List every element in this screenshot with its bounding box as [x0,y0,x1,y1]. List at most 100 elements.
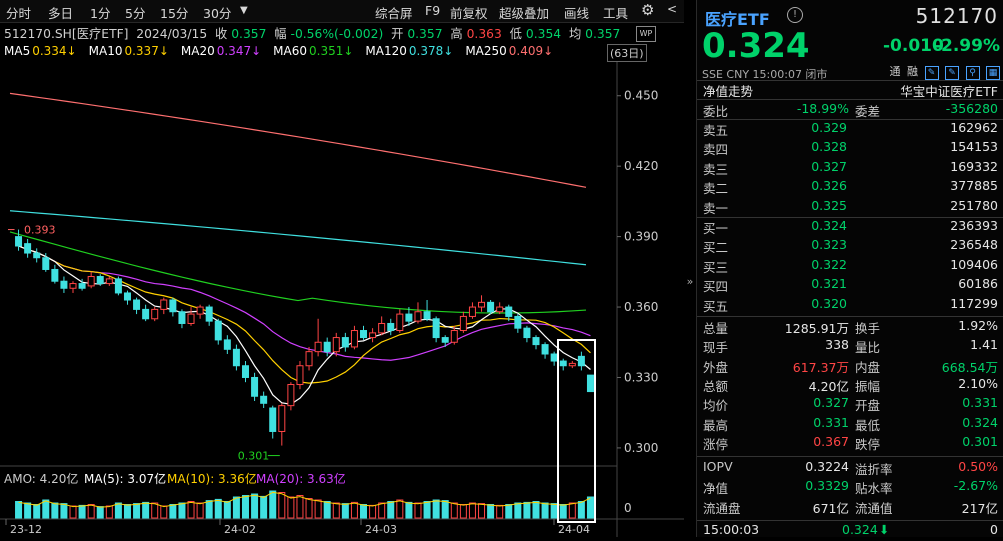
adjust-button[interactable]: 前复权 [450,3,488,22]
volume-bar [514,502,522,519]
f9-button[interactable]: F9 [425,3,440,18]
stat-label: 流通值 [855,500,893,516]
candle-body [187,313,195,324]
bid-price: 0.322 [811,256,847,272]
stat-value: 671亿 [812,500,849,516]
candle-body [468,306,476,317]
bid-price: 0.321 [811,276,847,292]
stat-row: IOPV 0.3224 溢折率 0.50% [697,459,1003,478]
candle-body [196,306,204,315]
info-icon[interactable]: ! [787,7,803,23]
tab-timeshare[interactable]: 分时 [6,3,31,22]
stat-value: -2.67% [953,478,998,494]
candle-body [251,376,259,397]
stat-row: 外盘 617.37万 内盘 668.54万 [697,357,1003,376]
volume-bar [96,506,104,519]
candle-body [405,313,413,322]
volume-bar [169,504,177,519]
candle-body [369,332,377,339]
expand-panel-arrow-icon[interactable]: » [684,275,696,293]
candle-body [60,280,68,289]
tools-button[interactable]: 工具 [603,3,628,22]
xtick-label: 23-12 [10,523,42,536]
volume-bar [396,499,404,519]
ask-price: 0.327 [811,158,847,174]
high-mark-label: 0.393 [24,224,56,237]
candle-body [350,330,358,348]
stat-row: 流通盘 671亿 流通值 217亿 [697,498,1003,517]
tab-15min[interactable]: 15分 [160,3,188,22]
stat-label: 流通盘 [703,500,741,516]
volume-bar [378,502,386,519]
ask-vol: 377885 [950,178,998,194]
ytick-label: 0.390 [624,230,658,244]
volume-bar [360,504,368,519]
stat-row: 总额 4.20亿 振幅 2.10% [697,376,1003,395]
tab-multiday[interactable]: 多日 [48,3,73,22]
stat-value: 0.50% [958,459,998,474]
candle-body [296,365,304,386]
amo-ma10: MA(10): 3.36亿 [167,471,257,486]
bid-vol: 236548 [950,237,998,253]
tick-row: 15:00:03 0.324 ⬇ 0 [697,522,1003,541]
volume-bar [369,504,377,519]
volume-bar [496,504,504,519]
more-arrow-icon[interactable]: ▼ [240,5,248,16]
draw-button[interactable]: 画线 [564,3,589,22]
volume-bar [269,490,277,519]
candle-body [423,311,431,320]
volume-bar [205,500,213,519]
volume-bar [69,505,77,519]
candle-body [33,252,41,259]
kline-chart[interactable]: 0.450 0.420 0.390 0.360 0.330 0.300 0.393 0.301… [0,22,684,537]
stat-row: 最高 0.331 最低 0.324 [697,415,1003,434]
volume-bar [196,502,204,519]
candle-body [133,299,141,310]
bid-row: 买二 0.323 236548 [697,237,1003,256]
candle-body [314,341,322,353]
volume-bar [87,504,95,519]
candle-body [24,243,32,254]
ask-row: 卖三 0.327 169332 [697,159,1003,178]
volume-bar [586,496,594,519]
tab-1min[interactable]: 1分 [90,3,110,22]
candle-body [478,301,486,308]
tab-30min[interactable]: 30分 [203,3,231,22]
ask-price: 0.328 [811,139,847,155]
collapse-chevron-icon[interactable]: < [667,2,677,16]
tab-5min[interactable]: 5分 [125,3,145,22]
stat-row: 净值 0.3329 贴水率 -2.67% [697,478,1003,497]
stat-value: 0.324 [962,414,998,430]
volume-bar [60,503,68,519]
pin-icon[interactable]: ⚲ [965,66,980,80]
tick-volume: 0 [990,522,998,537]
overlay-button[interactable]: 超级叠加 [499,3,549,22]
bid-vol: 236393 [950,218,998,233]
stat-label: 最高 [703,417,729,433]
volume-bar [278,492,286,519]
weicha-label: 委差 [855,104,881,119]
nav-trend-link[interactable]: 净值走势 [703,81,753,100]
stat-label: 量比 [855,340,881,356]
ytick-label: 0.420 [624,159,658,173]
divider [697,99,1003,100]
candle-body [577,355,585,367]
composite-screen-button[interactable]: 综合屏 [375,3,413,22]
candle-body [169,299,177,313]
bid-label: 买一 [703,221,729,236]
settings-gear-icon[interactable]: ⚙ [641,1,654,19]
edit-icon[interactable]: ✎ [945,66,959,80]
stat-label: 涨停 [703,436,729,452]
ask-price: 0.326 [811,178,847,194]
ask-label: 卖三 [703,161,729,177]
stat-label: IOPV [703,459,733,474]
bid-label: 买四 [703,279,729,295]
ask-label: 卖二 [703,181,729,197]
ask-label: 卖五 [703,123,729,138]
candle-body [205,306,213,322]
ask-price: 0.325 [811,197,847,213]
grid-icon[interactable]: ▦ [986,66,1000,80]
stat-value: 0.3329 [805,478,849,494]
candle-body [151,308,159,320]
pen-icon[interactable]: ✎ [924,66,939,80]
